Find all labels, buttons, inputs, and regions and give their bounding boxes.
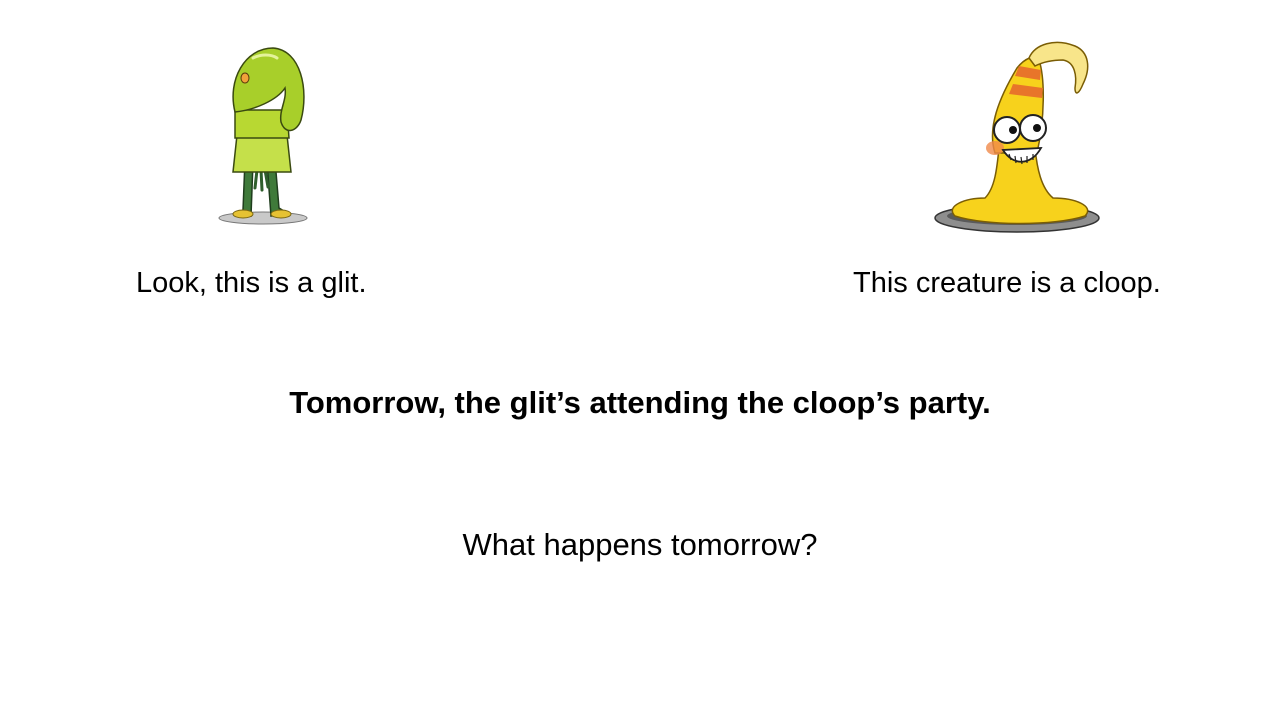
slide: Look, this is a glit. This creature is a… (0, 0, 1280, 720)
glit-creature-icon (205, 40, 320, 230)
cloop-creature-icon (925, 38, 1110, 238)
glit-caption: Look, this is a glit. (136, 267, 367, 299)
statement-text: Tomorrow, the glit’s attending the cloop… (289, 385, 991, 420)
question-text: What happens tomorrow? (462, 527, 818, 562)
cloop-caption: This creature is a cloop. (853, 267, 1161, 299)
